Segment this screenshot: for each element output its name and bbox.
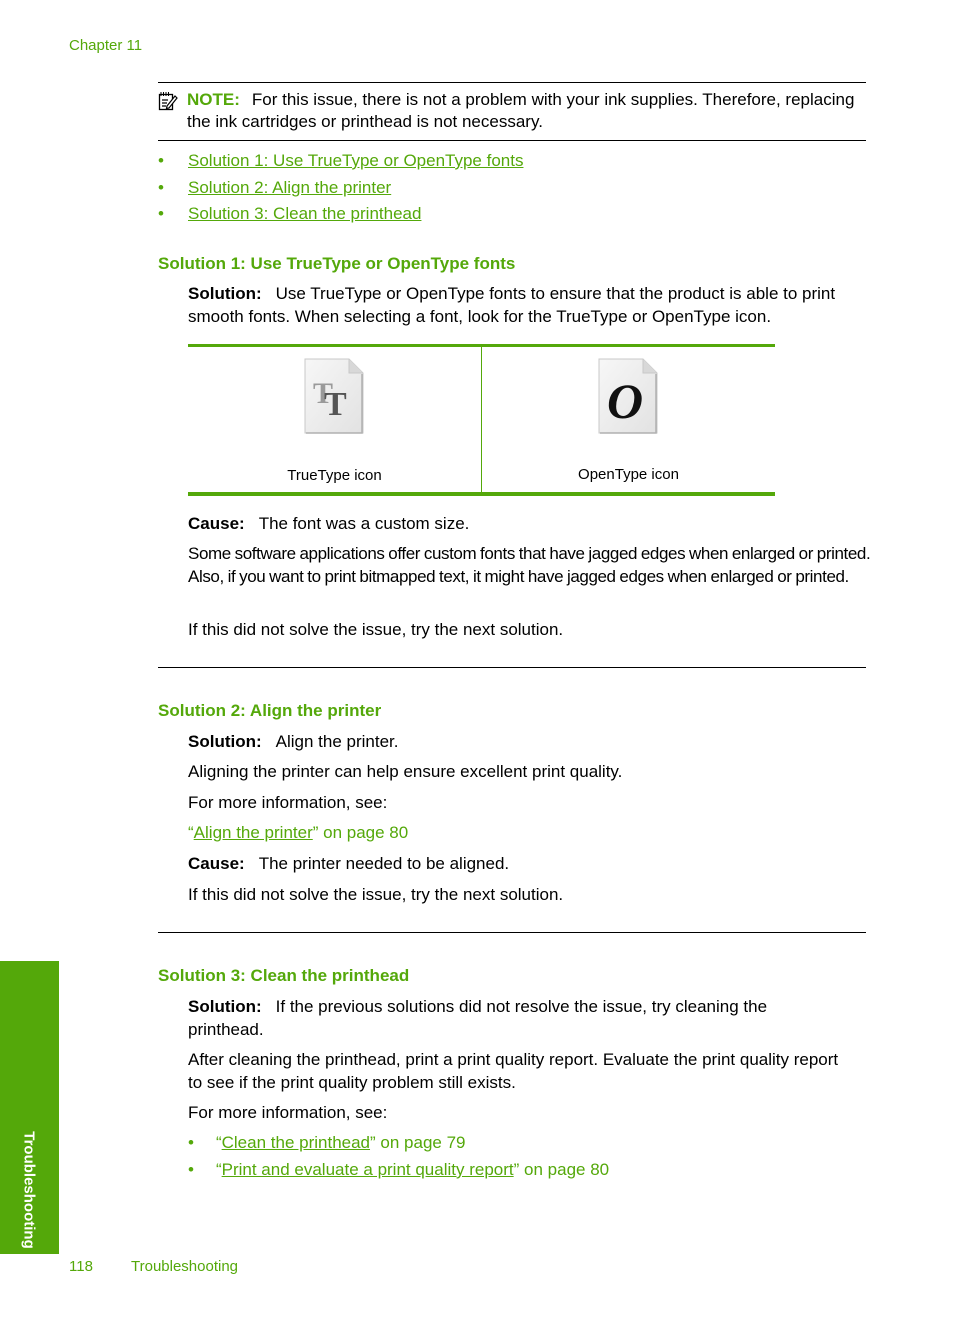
- svg-text:T: T: [324, 386, 347, 423]
- bullet: •: [188, 1160, 194, 1179]
- cause-text: The font was a custom size.: [258, 514, 470, 533]
- toc-item: • Solution 1: Use TrueType or OpenType f…: [158, 148, 523, 175]
- toc-link-solution-2[interactable]: Solution 2: Align the printer: [188, 178, 391, 197]
- opentype-file-icon: O: [598, 358, 658, 434]
- solution-2-para: Aligning the printer can help ensure exc…: [188, 762, 623, 781]
- section-divider: [158, 667, 866, 668]
- solution-1-para: Some software applications offer custom …: [188, 544, 871, 586]
- solution-3-more-info: For more information, see:: [188, 1103, 388, 1122]
- solution-2-text: Solution: Align the printer.: [188, 731, 868, 754]
- bullet: •: [188, 1133, 194, 1152]
- truetype-cell: T T TrueType icon: [188, 347, 481, 492]
- page-number: 118: [69, 1258, 93, 1275]
- cause-text: The printer needed to be aligned.: [258, 854, 510, 873]
- note-text: For this issue, there is not a problem w…: [187, 90, 855, 131]
- solution-3-heading: Solution 3: Clean the printhead: [158, 966, 410, 985]
- solution-text: If the previous solutions did not resolv…: [188, 997, 768, 1039]
- clean-printhead-link[interactable]: Clean the printhead: [222, 1133, 370, 1152]
- solution-text: Use TrueType or OpenType fonts to ensure…: [188, 284, 836, 326]
- opentype-caption: OpenType icon: [578, 466, 679, 483]
- chapter-header: Chapter 11: [69, 37, 143, 54]
- footer-section: Troubleshooting: [131, 1258, 239, 1275]
- solution-1-next: If this did not solve the issue, try the…: [188, 620, 564, 639]
- toc-item: • Solution 2: Align the printer: [158, 175, 523, 202]
- note-bottom-rule: [158, 140, 866, 141]
- bullet: •: [158, 204, 164, 223]
- toc-item: • Solution 3: Clean the printhead: [158, 201, 523, 228]
- opentype-cell: O OpenType icon: [482, 347, 775, 492]
- solution-2-more-info: For more information, see:: [188, 793, 388, 812]
- solution-1-text: Solution: Use TrueType or OpenType fonts …: [188, 283, 868, 328]
- solution-2-next: If this did not solve the issue, try the…: [188, 885, 564, 904]
- truetype-file-icon: T T: [304, 358, 364, 434]
- font-icon-figure: T T TrueType icon O OpenType icon: [188, 344, 775, 496]
- solution-3-para: After cleaning the printhead, print a pr…: [188, 1050, 839, 1092]
- note-block: NOTE: For this issue, there is not a prob…: [158, 89, 866, 133]
- align-printer-reference: “Align the printer” on page 80: [188, 823, 409, 842]
- align-printer-link[interactable]: Align the printer: [194, 823, 313, 842]
- solution-2-heading: Solution 2: Align the printer: [158, 701, 382, 720]
- figure-bottom-rule: [188, 492, 775, 496]
- solution-text: Align the printer.: [275, 732, 399, 751]
- solution-1-heading: Solution 1: Use TrueType or OpenType fon…: [158, 254, 516, 273]
- toc-link-solution-1[interactable]: Solution 1: Use TrueType or OpenType fon…: [188, 151, 523, 170]
- reference-item: • “Clean the printhead” on page 79: [188, 1133, 466, 1152]
- solution-1-cause: Cause: The font was a custom size.: [188, 513, 868, 536]
- section-divider: [158, 932, 866, 933]
- bullet: •: [158, 151, 164, 170]
- bullet: •: [158, 177, 164, 197]
- cause-label: Cause:: [188, 514, 245, 533]
- note-pencil-icon: [158, 92, 178, 111]
- solution-label: Solution:: [188, 997, 262, 1016]
- solution-label: Solution:: [188, 732, 262, 751]
- cause-label: Cause:: [188, 854, 245, 873]
- note-label: NOTE:: [187, 90, 240, 109]
- truetype-caption: TrueType icon: [287, 467, 382, 484]
- svg-text:O: O: [607, 373, 643, 429]
- side-tab-label: Troubleshooting: [20, 1131, 38, 1249]
- note-top-rule: [158, 82, 866, 83]
- solution-toc: • Solution 1: Use TrueType or OpenType f…: [158, 148, 523, 228]
- solution-3-text: Solution: If the previous solutions did n…: [188, 996, 838, 1041]
- reference-item: • “Print and evaluate a print quality rep…: [188, 1160, 610, 1179]
- solution-2-cause: Cause: The printer needed to be aligned.: [188, 853, 868, 876]
- toc-link-solution-3[interactable]: Solution 3: Clean the printhead: [188, 204, 421, 223]
- solution-label: Solution:: [188, 284, 262, 303]
- print-quality-report-link[interactable]: Print and evaluate a print quality repor…: [222, 1160, 514, 1179]
